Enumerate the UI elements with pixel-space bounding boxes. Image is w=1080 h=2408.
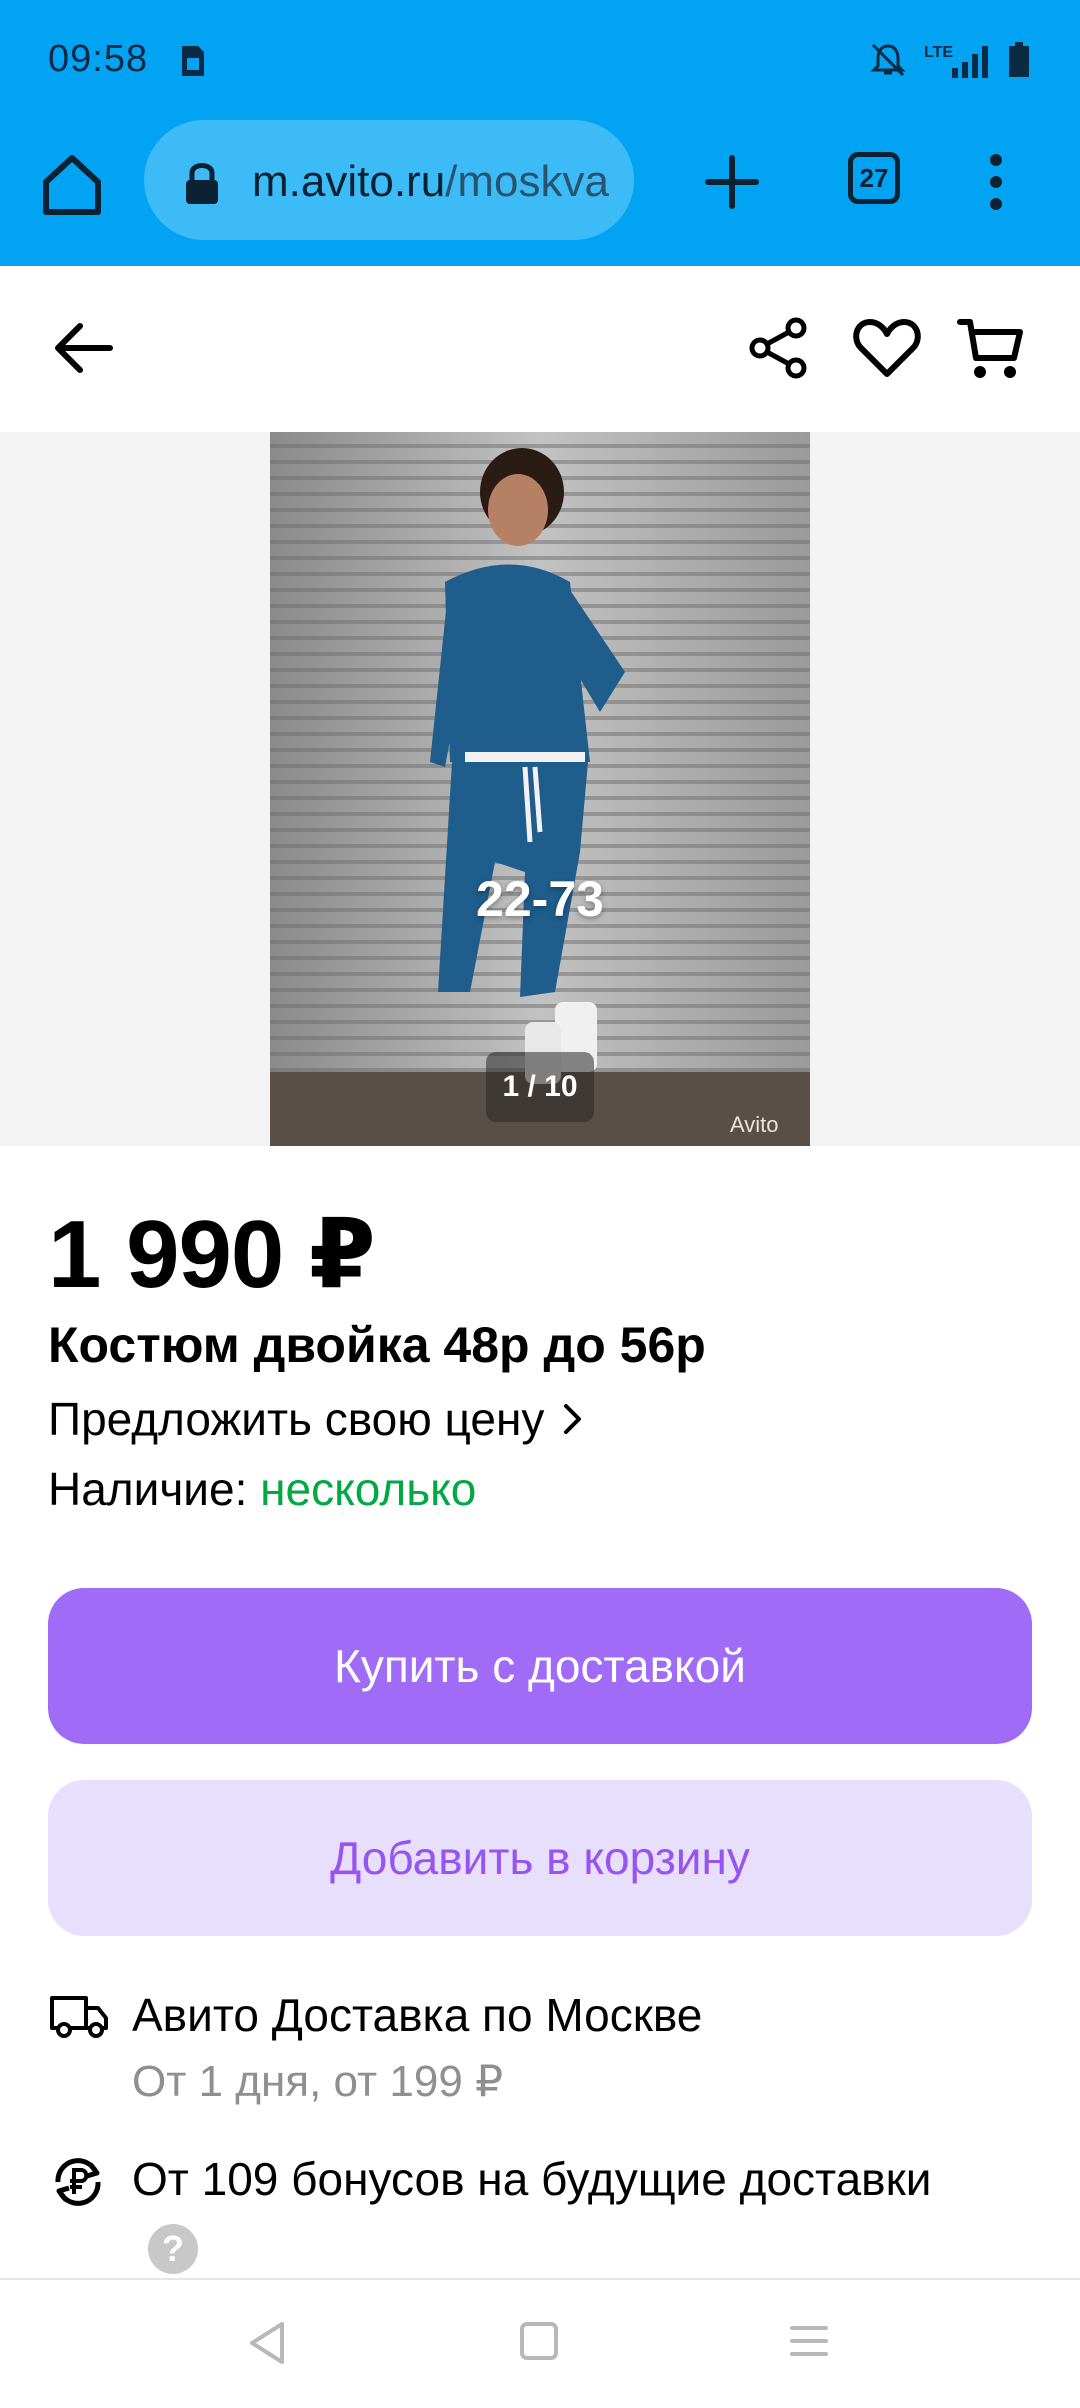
battery-icon: [1009, 42, 1029, 77]
lock-icon: [186, 163, 218, 204]
url-domain: m.avito.ru: [252, 157, 446, 206]
network-type-label: LTE: [924, 44, 954, 61]
sim-card-icon: [182, 46, 204, 76]
ruble-cycle-icon: [55, 2158, 101, 2206]
delivery-subtitle: От 1 дня, от 199 ₽: [132, 2057, 504, 2106]
photo-watermark: 22-73: [476, 871, 604, 927]
buy-with-delivery-button[interactable]: Купить с доставкой: [48, 1588, 1032, 1744]
home-icon[interactable]: [38, 150, 106, 218]
nav-back-icon[interactable]: [244, 2318, 290, 2368]
price: 1 990 ₽: [48, 1201, 376, 1308]
photo-counter: 1 / 10: [486, 1052, 594, 1122]
product-photo[interactable]: [270, 432, 810, 1146]
url-text[interactable]: m.avito.ru/moskva: [252, 152, 614, 212]
add-to-cart-button[interactable]: Добавить в корзину: [48, 1780, 1032, 1936]
chevron-right-icon: [564, 1404, 582, 1434]
availability-value: несколько: [260, 1463, 477, 1515]
offer-price-label: Предложить свою цену: [48, 1393, 545, 1445]
share-icon[interactable]: [746, 316, 810, 380]
notifications-off-icon: [870, 43, 906, 77]
product-title: Костюм двойка 48р до 56р: [48, 1317, 706, 1373]
cart-icon[interactable]: [956, 316, 1024, 382]
nav-recents-icon[interactable]: [788, 2322, 830, 2360]
product-photo-image: [270, 432, 810, 1146]
availability: Наличие: несколько: [48, 1462, 476, 1516]
more-vert-icon[interactable]: [976, 150, 1016, 214]
signal-icon: [952, 46, 988, 78]
tab-switcher-button[interactable]: 27: [848, 152, 900, 204]
availability-label: Наличие:: [48, 1463, 248, 1515]
delivery-title: Авито Доставка по Москве: [132, 1989, 703, 2041]
truck-icon: [50, 1996, 108, 2038]
help-icon[interactable]: ?: [148, 2224, 198, 2274]
avito-logo-watermark: Avito: [730, 1112, 779, 1137]
bonus-text: От 109 бонусов на будущие доставки: [132, 2153, 932, 2205]
arrow-left-icon[interactable]: [50, 316, 116, 380]
status-time: 09:58: [48, 38, 149, 80]
offer-price-link[interactable]: Предложить свою цену: [48, 1392, 584, 1446]
status-bar: [0, 0, 1080, 120]
plus-icon[interactable]: [700, 150, 764, 214]
nav-home-icon[interactable]: [518, 2320, 560, 2362]
url-path: /moskva: [445, 157, 609, 206]
heart-icon[interactable]: [852, 316, 922, 380]
